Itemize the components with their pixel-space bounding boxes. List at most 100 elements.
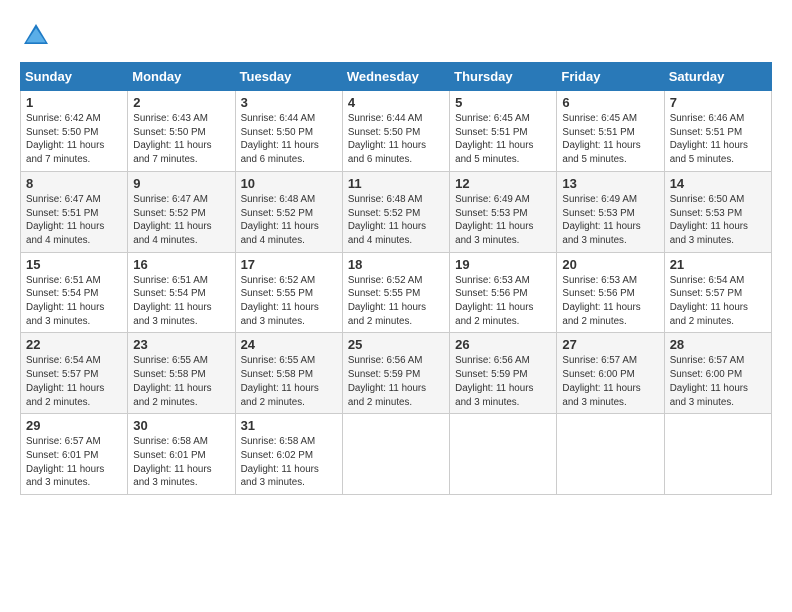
day-number: 26	[455, 337, 551, 352]
calendar-body: 1 Sunrise: 6:42 AMSunset: 5:50 PMDaylight…	[21, 91, 772, 495]
calendar-cell: 20 Sunrise: 6:53 AMSunset: 5:56 PMDayligh…	[557, 252, 664, 333]
calendar-cell: 17 Sunrise: 6:52 AMSunset: 5:55 PMDayligh…	[235, 252, 342, 333]
day-number: 28	[670, 337, 766, 352]
day-number: 10	[241, 176, 337, 191]
calendar-day-header: Tuesday	[235, 63, 342, 91]
day-number: 24	[241, 337, 337, 352]
day-info: Sunrise: 6:47 AMSunset: 5:51 PMDaylight:…	[26, 193, 122, 248]
day-number: 31	[241, 418, 337, 433]
day-number: 19	[455, 257, 551, 272]
calendar-cell: 4 Sunrise: 6:44 AMSunset: 5:50 PMDaylight…	[342, 91, 449, 172]
calendar-cell: 28Sunrise: 6:57 AMSunset: 6:00 PMDayligh…	[664, 333, 771, 414]
day-info: Sunrise: 6:42 AMSunset: 5:50 PMDaylight:…	[26, 112, 122, 167]
calendar-cell: 16 Sunrise: 6:51 AMSunset: 5:54 PMDayligh…	[128, 252, 235, 333]
day-info: Sunrise: 6:44 AMSunset: 5:50 PMDaylight:…	[241, 112, 337, 167]
calendar-cell: 30 Sunrise: 6:58 AMSunset: 6:01 PMDayligh…	[128, 414, 235, 495]
day-info: Sunrise: 6:52 AMSunset: 5:55 PMDaylight:…	[348, 274, 444, 329]
calendar-cell: 9 Sunrise: 6:47 AMSunset: 5:52 PMDaylight…	[128, 171, 235, 252]
day-info: Sunrise: 6:51 AMSunset: 5:54 PMDaylight:…	[26, 274, 122, 329]
day-info: Sunrise: 6:54 AMSunset: 5:57 PMDaylight:…	[670, 274, 766, 329]
calendar-week-row: 8 Sunrise: 6:47 AMSunset: 5:51 PMDaylight…	[21, 171, 772, 252]
day-info: Sunrise: 6:53 AMSunset: 5:56 PMDaylight:…	[562, 274, 658, 329]
calendar-cell: 2 Sunrise: 6:43 AMSunset: 5:50 PMDaylight…	[128, 91, 235, 172]
day-number: 8	[26, 176, 122, 191]
calendar-cell: 25 Sunrise: 6:56 AMSunset: 5:59 PMDayligh…	[342, 333, 449, 414]
calendar-header-row: SundayMondayTuesdayWednesdayThursdayFrid…	[21, 63, 772, 91]
day-number: 11	[348, 176, 444, 191]
day-number: 17	[241, 257, 337, 272]
calendar-week-row: 29Sunrise: 6:57 AMSunset: 6:01 PMDayligh…	[21, 414, 772, 495]
logo-icon	[20, 20, 52, 52]
calendar-cell: 24 Sunrise: 6:55 AMSunset: 5:58 PMDayligh…	[235, 333, 342, 414]
calendar-cell: 6 Sunrise: 6:45 AMSunset: 5:51 PMDaylight…	[557, 91, 664, 172]
day-number: 1	[26, 95, 122, 110]
logo	[20, 20, 56, 52]
day-number: 3	[241, 95, 337, 110]
calendar-cell: 18Sunrise: 6:52 AMSunset: 5:55 PMDayligh…	[342, 252, 449, 333]
calendar-cell: 3 Sunrise: 6:44 AMSunset: 5:50 PMDaylight…	[235, 91, 342, 172]
day-info: Sunrise: 6:56 AMSunset: 5:59 PMDaylight:…	[455, 354, 551, 409]
day-number: 25	[348, 337, 444, 352]
calendar-cell: 23Sunrise: 6:55 AMSunset: 5:58 PMDayligh…	[128, 333, 235, 414]
calendar-day-header: Thursday	[450, 63, 557, 91]
calendar-cell: 26 Sunrise: 6:56 AMSunset: 5:59 PMDayligh…	[450, 333, 557, 414]
calendar-day-header: Saturday	[664, 63, 771, 91]
day-number: 22	[26, 337, 122, 352]
calendar-cell: 8 Sunrise: 6:47 AMSunset: 5:51 PMDaylight…	[21, 171, 128, 252]
day-info: Sunrise: 6:44 AMSunset: 5:50 PMDaylight:…	[348, 112, 444, 167]
calendar-cell: 1 Sunrise: 6:42 AMSunset: 5:50 PMDaylight…	[21, 91, 128, 172]
page-header	[20, 20, 772, 52]
day-number: 15	[26, 257, 122, 272]
day-info: Sunrise: 6:46 AMSunset: 5:51 PMDaylight:…	[670, 112, 766, 167]
calendar-cell: 12Sunrise: 6:49 AMSunset: 5:53 PMDayligh…	[450, 171, 557, 252]
calendar-week-row: 22 Sunrise: 6:54 AMSunset: 5:57 PMDayligh…	[21, 333, 772, 414]
day-info: Sunrise: 6:58 AMSunset: 6:02 PMDaylight:…	[241, 435, 337, 490]
day-number: 4	[348, 95, 444, 110]
calendar-cell: 5Sunrise: 6:45 AMSunset: 5:51 PMDaylight…	[450, 91, 557, 172]
calendar-cell: 15 Sunrise: 6:51 AMSunset: 5:54 PMDayligh…	[21, 252, 128, 333]
day-info: Sunrise: 6:58 AMSunset: 6:01 PMDaylight:…	[133, 435, 229, 490]
day-info: Sunrise: 6:45 AMSunset: 5:51 PMDaylight:…	[562, 112, 658, 167]
day-number: 27	[562, 337, 658, 352]
calendar-cell: 11 Sunrise: 6:48 AMSunset: 5:52 PMDayligh…	[342, 171, 449, 252]
calendar-day-header: Sunday	[21, 63, 128, 91]
calendar-cell: 13Sunrise: 6:49 AMSunset: 5:53 PMDayligh…	[557, 171, 664, 252]
day-number: 23	[133, 337, 229, 352]
day-number: 6	[562, 95, 658, 110]
calendar-day-header: Wednesday	[342, 63, 449, 91]
day-number: 14	[670, 176, 766, 191]
calendar-cell	[450, 414, 557, 495]
calendar-cell: 27Sunrise: 6:57 AMSunset: 6:00 PMDayligh…	[557, 333, 664, 414]
calendar-cell	[557, 414, 664, 495]
calendar-week-row: 15 Sunrise: 6:51 AMSunset: 5:54 PMDayligh…	[21, 252, 772, 333]
day-info: Sunrise: 6:56 AMSunset: 5:59 PMDaylight:…	[348, 354, 444, 409]
calendar-cell: 10Sunrise: 6:48 AMSunset: 5:52 PMDayligh…	[235, 171, 342, 252]
day-number: 9	[133, 176, 229, 191]
day-info: Sunrise: 6:52 AMSunset: 5:55 PMDaylight:…	[241, 274, 337, 329]
day-number: 5	[455, 95, 551, 110]
calendar-week-row: 1 Sunrise: 6:42 AMSunset: 5:50 PMDaylight…	[21, 91, 772, 172]
calendar-cell: 22 Sunrise: 6:54 AMSunset: 5:57 PMDayligh…	[21, 333, 128, 414]
calendar-cell	[342, 414, 449, 495]
day-info: Sunrise: 6:48 AMSunset: 5:52 PMDaylight:…	[348, 193, 444, 248]
day-number: 2	[133, 95, 229, 110]
day-number: 20	[562, 257, 658, 272]
day-number: 21	[670, 257, 766, 272]
calendar-table: SundayMondayTuesdayWednesdayThursdayFrid…	[20, 62, 772, 495]
day-info: Sunrise: 6:50 AMSunset: 5:53 PMDaylight:…	[670, 193, 766, 248]
day-number: 30	[133, 418, 229, 433]
day-info: Sunrise: 6:47 AMSunset: 5:52 PMDaylight:…	[133, 193, 229, 248]
day-info: Sunrise: 6:55 AMSunset: 5:58 PMDaylight:…	[241, 354, 337, 409]
calendar-cell: 29Sunrise: 6:57 AMSunset: 6:01 PMDayligh…	[21, 414, 128, 495]
day-number: 7	[670, 95, 766, 110]
day-number: 16	[133, 257, 229, 272]
calendar-cell: 19 Sunrise: 6:53 AMSunset: 5:56 PMDayligh…	[450, 252, 557, 333]
calendar-cell	[664, 414, 771, 495]
day-info: Sunrise: 6:49 AMSunset: 5:53 PMDaylight:…	[562, 193, 658, 248]
day-info: Sunrise: 6:43 AMSunset: 5:50 PMDaylight:…	[133, 112, 229, 167]
day-info: Sunrise: 6:57 AMSunset: 6:01 PMDaylight:…	[26, 435, 122, 490]
day-info: Sunrise: 6:54 AMSunset: 5:57 PMDaylight:…	[26, 354, 122, 409]
day-info: Sunrise: 6:53 AMSunset: 5:56 PMDaylight:…	[455, 274, 551, 329]
day-info: Sunrise: 6:51 AMSunset: 5:54 PMDaylight:…	[133, 274, 229, 329]
calendar-cell: 21 Sunrise: 6:54 AMSunset: 5:57 PMDayligh…	[664, 252, 771, 333]
